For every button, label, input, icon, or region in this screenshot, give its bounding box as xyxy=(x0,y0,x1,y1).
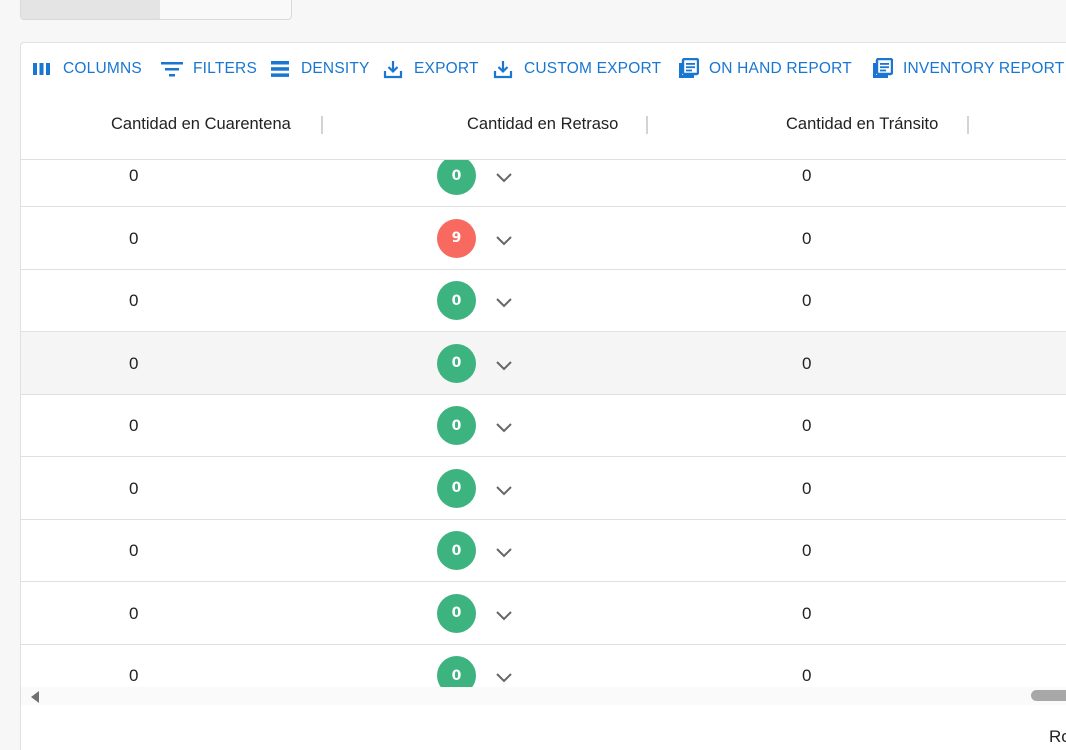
cell-quarantine: 0 xyxy=(129,353,139,373)
scroll-left-arrow-icon[interactable] xyxy=(31,691,39,703)
report-icon xyxy=(871,58,893,80)
table-row[interactable]: 0 0 0 xyxy=(21,160,1066,207)
table-row[interactable]: 0 0 0 xyxy=(21,457,1066,520)
delay-count-badge: 0 xyxy=(437,406,476,445)
delay-count-badge: 0 xyxy=(437,531,476,570)
filters-button[interactable]: FILTERS xyxy=(161,55,257,83)
cell-transit: 0 xyxy=(802,228,812,248)
cell-transit: 0 xyxy=(802,291,812,310)
export-button[interactable]: EXPORT xyxy=(382,55,479,83)
report-icon xyxy=(677,58,699,80)
cell-quarantine: 0 xyxy=(129,166,139,185)
delay-count-badge: 0 xyxy=(437,656,476,688)
custom-export-label: CUSTOM EXPORT xyxy=(524,60,662,77)
inventory-report-label: INVENTORY REPORT xyxy=(903,60,1065,77)
chevron-down-icon[interactable] xyxy=(495,546,513,558)
delay-count-badge: 0 xyxy=(437,593,476,633)
rows-per-page-label: Ro xyxy=(1049,727,1066,746)
delay-count-badge: 0 xyxy=(437,160,476,195)
delay-count-badge: 9 xyxy=(437,218,476,258)
cell-quarantine: 0 xyxy=(129,416,139,435)
scrollbar-thumb[interactable] xyxy=(1031,690,1066,701)
chevron-down-icon[interactable] xyxy=(495,484,513,496)
delay-count-badge: 0 xyxy=(437,468,476,508)
column-header-row: Cantidad en Cuarentena Cantidad en Retra… xyxy=(21,95,1066,160)
density-label: DENSITY xyxy=(301,60,370,77)
cell-transit: 0 xyxy=(802,541,812,560)
tab-first[interactable] xyxy=(20,0,162,20)
table-row[interactable]: 0 9 0 xyxy=(21,207,1066,270)
cell-quarantine: 0 xyxy=(129,291,139,310)
grid-toolbar: COLUMNS FILTERS DENSITY EXPORT CUSTOM EX… xyxy=(21,43,1066,95)
table-row[interactable]: 0 0 0 xyxy=(21,582,1066,645)
columns-button[interactable]: COLUMNS xyxy=(31,55,142,83)
on-hand-report-button[interactable]: ON HAND REPORT xyxy=(677,55,852,83)
filter-icon xyxy=(161,58,183,80)
inventory-report-button[interactable]: INVENTORY REPORT xyxy=(871,55,1064,83)
filters-label: FILTERS xyxy=(193,60,257,77)
page: COLUMNS FILTERS DENSITY EXPORT CUSTOM EX… xyxy=(0,0,1066,750)
table-row[interactable]: 0 0 0 xyxy=(21,331,1066,395)
delay-count-badge: 0 xyxy=(437,343,476,383)
cell-quarantine: 0 xyxy=(129,478,139,498)
cell-transit: 0 xyxy=(802,603,812,623)
chevron-down-icon[interactable] xyxy=(495,171,513,183)
chevron-down-icon[interactable] xyxy=(495,671,513,683)
cell-transit: 0 xyxy=(802,478,812,498)
delay-count-badge: 0 xyxy=(437,281,476,320)
cell-quarantine: 0 xyxy=(129,603,139,623)
data-grid: COLUMNS FILTERS DENSITY EXPORT CUSTOM EX… xyxy=(20,42,1066,750)
table-row[interactable]: 0 0 0 xyxy=(21,394,1066,457)
table-row[interactable]: 0 0 0 xyxy=(21,269,1066,332)
cell-quarantine: 0 xyxy=(129,541,139,560)
tab-second[interactable] xyxy=(160,0,292,20)
columns-label: COLUMNS xyxy=(63,60,142,77)
download-icon xyxy=(492,58,514,80)
cell-transit: 0 xyxy=(802,353,812,373)
chevron-down-icon[interactable] xyxy=(495,359,513,371)
table-row[interactable]: 0 0 0 xyxy=(21,519,1066,582)
table-row[interactable]: 0 0 0 xyxy=(21,644,1066,688)
column-resize-handle[interactable] xyxy=(967,116,969,134)
chevron-down-icon[interactable] xyxy=(495,234,513,246)
grid-body: 0 0 0 0 9 0 0 0 0 0 0 0 0 0 0 0 0 0 0 0 0 0 0 0 0 0 0 xyxy=(21,160,1066,688)
column-header-quarantine[interactable]: Cantidad en Cuarentena xyxy=(111,115,291,134)
column-header-delay[interactable]: Cantidad en Retraso xyxy=(467,115,618,134)
export-label: EXPORT xyxy=(414,60,479,77)
cell-quarantine: 0 xyxy=(129,228,139,248)
density-icon xyxy=(269,58,291,80)
column-resize-handle[interactable] xyxy=(321,116,323,134)
tab-strip xyxy=(20,0,292,20)
chevron-down-icon[interactable] xyxy=(495,609,513,621)
chevron-down-icon[interactable] xyxy=(495,296,513,308)
columns-icon xyxy=(31,58,53,80)
density-button[interactable]: DENSITY xyxy=(269,55,370,83)
column-resize-handle[interactable] xyxy=(646,116,648,134)
horizontal-scrollbar[interactable] xyxy=(21,687,1066,705)
column-header-transit[interactable]: Cantidad en Tránsito xyxy=(786,115,938,134)
cell-transit: 0 xyxy=(802,666,812,685)
cell-transit: 0 xyxy=(802,166,812,185)
custom-export-button[interactable]: CUSTOM EXPORT xyxy=(492,55,661,83)
on-hand-report-label: ON HAND REPORT xyxy=(709,60,852,77)
cell-quarantine: 0 xyxy=(129,666,139,685)
chevron-down-icon[interactable] xyxy=(495,421,513,433)
download-icon xyxy=(382,58,404,80)
cell-transit: 0 xyxy=(802,416,812,435)
